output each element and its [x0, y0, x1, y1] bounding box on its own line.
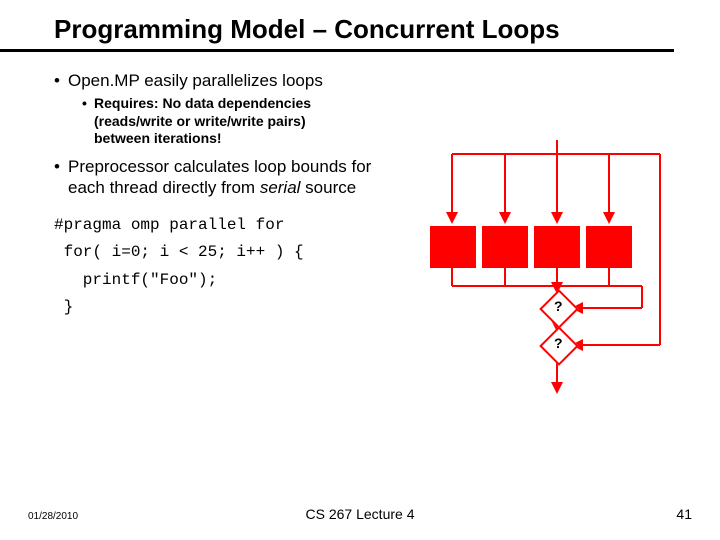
bullet-openmp: Open.MP easily parallelizes loops	[54, 70, 384, 91]
bullet-preprocessor-italic: serial	[260, 178, 301, 197]
content-area: Open.MP easily parallelizes loops Requir…	[0, 52, 384, 321]
slide: Programming Model – Concurrent Loops Ope…	[0, 0, 720, 540]
thread-box-3	[534, 226, 580, 268]
thread-box-4	[586, 226, 632, 268]
bullet-preprocessor: Preprocessor calculates loop bounds for …	[54, 156, 384, 199]
flow-diagram: ? ?	[420, 140, 680, 400]
thread-box-2	[482, 226, 528, 268]
code-line-printf: printf("Foo");	[54, 267, 384, 294]
bullet-requires: Requires: No data dependencies (reads/wr…	[82, 95, 324, 148]
code-line-for: for( i=0; i < 25; i++ ) {	[54, 239, 384, 266]
bullet-preprocessor-post: source	[300, 178, 356, 197]
footer-center: CS 267 Lecture 4	[0, 506, 720, 522]
decision-label-2: ?	[554, 335, 563, 351]
decision-label-1: ?	[554, 298, 563, 314]
code-block: #pragma omp parallel for for( i=0; i < 2…	[54, 212, 384, 321]
thread-box-1	[430, 226, 476, 268]
diagram-wires	[420, 140, 680, 400]
footer-page: 41	[676, 506, 692, 522]
slide-title: Programming Model – Concurrent Loops	[0, 0, 674, 52]
code-line-pragma: #pragma omp parallel for	[54, 212, 384, 239]
code-line-brace: }	[54, 294, 384, 321]
